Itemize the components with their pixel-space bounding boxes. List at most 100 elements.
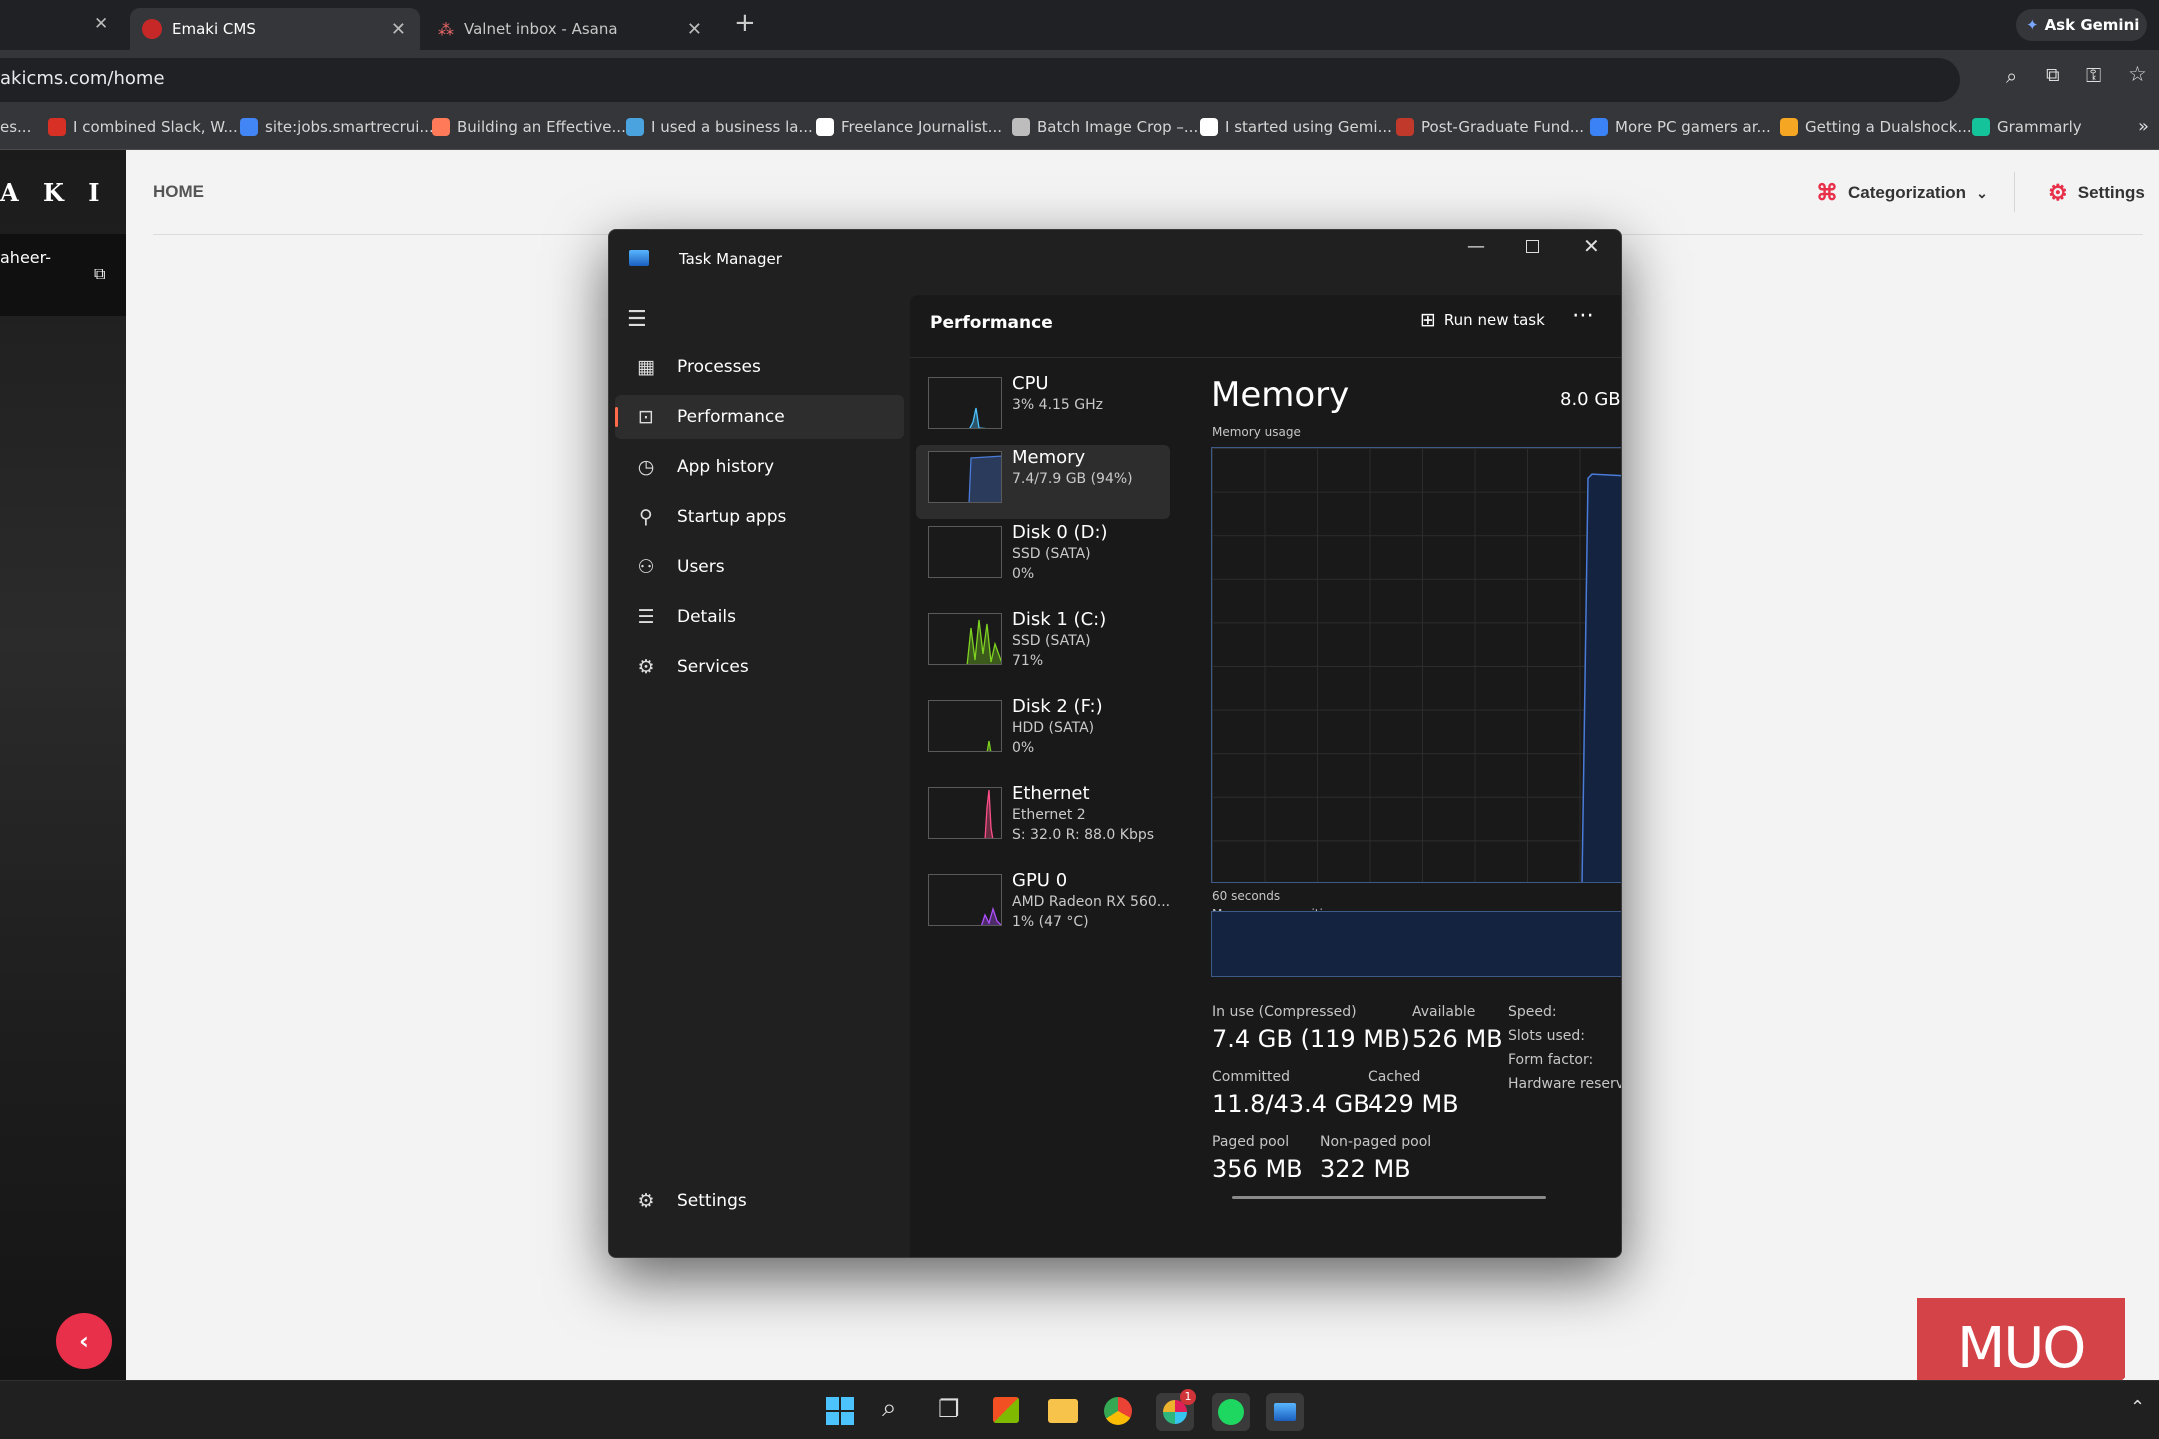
bookmark-item[interactable]: More PC gamers ar... bbox=[1590, 118, 1771, 136]
device-detail-secondary: 0% bbox=[1012, 740, 1035, 756]
categorization-menu[interactable]: ⌘ Categorization ⌄ bbox=[1816, 180, 1988, 206]
tab-close-icon[interactable]: ✕ bbox=[687, 19, 702, 40]
more-options-icon[interactable]: ⋯ bbox=[1572, 303, 1595, 328]
device-thumbnail-graph bbox=[928, 451, 1002, 503]
horizontal-scrollbar[interactable] bbox=[1232, 1196, 1546, 1199]
address-bar[interactable]: akicms.com/home bbox=[0, 58, 1960, 102]
device-disk-2-f[interactable]: Disk 2 (F:) HDD (SATA) 0% bbox=[916, 694, 1170, 776]
bookmark-item[interactable]: Getting a Dualshock... bbox=[1780, 118, 1972, 136]
zoom-icon[interactable]: ⌕ bbox=[2006, 64, 2017, 88]
ask-gemini-button[interactable]: ✦ Ask Gemini bbox=[2016, 9, 2147, 41]
password-key-icon[interactable]: ⚿ bbox=[2086, 63, 2101, 87]
chrome-icon[interactable] bbox=[1104, 1397, 1132, 1425]
cms-home-breadcrumb[interactable]: HOME bbox=[153, 182, 204, 202]
bookmark-favicon-icon bbox=[240, 118, 258, 136]
minimize-icon[interactable]: — bbox=[1467, 236, 1485, 257]
startup-apps-icon: ⚲ bbox=[639, 506, 653, 528]
file-explorer-icon[interactable] bbox=[1048, 1399, 1078, 1423]
task-manager-app-icon bbox=[629, 250, 649, 266]
chevron-up-icon[interactable]: ⌃ bbox=[2130, 1397, 2145, 1418]
close-icon[interactable]: ✕ bbox=[1583, 234, 1600, 258]
tab-close-icon[interactable]: ✕ bbox=[94, 14, 108, 34]
nav-settings[interactable]: ⚙ Settings bbox=[615, 1179, 904, 1223]
bookmark-item[interactable]: site:jobs.smartrecrui... bbox=[240, 118, 434, 136]
bookmark-item[interactable]: Building an Effective... bbox=[432, 118, 626, 136]
bookmark-item[interactable]: es... bbox=[0, 118, 31, 136]
ask-gemini-label: Ask Gemini bbox=[2044, 16, 2140, 34]
device-detail-secondary: 0% bbox=[1012, 566, 1035, 582]
nav-processes[interactable]: ▦ Processes bbox=[615, 345, 904, 389]
task-manager-title: Task Manager bbox=[679, 250, 782, 268]
device-ethernet[interactable]: Ethernet Ethernet 2 S: 32.0 R: 88.0 Kbps bbox=[916, 781, 1170, 863]
chevron-down-icon: ⌄ bbox=[1976, 184, 1988, 201]
memory-heading: Memory bbox=[1211, 375, 1350, 415]
nav-label: App history bbox=[677, 457, 775, 477]
bookmark-item[interactable]: I started using Gemi... bbox=[1200, 118, 1392, 136]
bookmark-item[interactable]: I used a business la... bbox=[626, 118, 813, 136]
device-thumbnail-graph bbox=[928, 377, 1002, 429]
windows-start-icon[interactable] bbox=[826, 1397, 854, 1425]
task-manager-titlebar[interactable]: Task Manager — ✕ bbox=[609, 230, 1621, 295]
memory-usage-area bbox=[1581, 473, 1621, 882]
bookmark-favicon-icon bbox=[1012, 118, 1030, 136]
slack-icon[interactable]: 1 bbox=[1156, 1389, 1196, 1431]
memory-usage-label: Memory usage bbox=[1212, 425, 1301, 439]
header-divider bbox=[910, 357, 1621, 358]
bookmark-label: es... bbox=[0, 118, 32, 136]
bookmark-item[interactable]: Grammarly bbox=[1972, 118, 2082, 136]
bookmark-favicon-icon bbox=[816, 118, 834, 136]
tab-close-icon[interactable]: ✕ bbox=[391, 19, 406, 40]
bookmark-item[interactable]: I combined Slack, W... bbox=[48, 118, 238, 136]
device-thumbnail-graph bbox=[928, 700, 1002, 752]
bookmarks-overflow-icon[interactable]: » bbox=[2138, 116, 2149, 137]
app-history-icon: ◷ bbox=[637, 456, 655, 478]
maximize-icon[interactable] bbox=[1526, 240, 1539, 253]
hamburger-menu-icon[interactable]: ☰ bbox=[627, 307, 647, 332]
device-detail-secondary: S: 32.0 R: 88.0 Kbps bbox=[1012, 827, 1155, 843]
device-disk-1-c[interactable]: Disk 1 (C:) SSD (SATA) 71% bbox=[916, 607, 1170, 689]
tab-asana[interactable]: ⁂ Valnet inbox - Asana ✕ bbox=[426, 8, 716, 50]
nav-details[interactable]: ☰ Details bbox=[615, 595, 904, 639]
cms-user-panel[interactable]: aheer- ⧉ bbox=[0, 234, 126, 316]
device-cpu[interactable]: CPU 3% 4.15 GHz bbox=[916, 371, 1170, 441]
device-gpu-0[interactable]: GPU 0 AMD Radeon RX 560... 1% (47 °C) bbox=[916, 868, 1170, 942]
collapse-sidebar-button[interactable]: ‹ bbox=[56, 1313, 112, 1369]
nav-app-history[interactable]: ◷ App history bbox=[615, 445, 904, 489]
slack-badge: 1 bbox=[1180, 1389, 1196, 1405]
nav-users[interactable]: ⚇ Users bbox=[615, 545, 904, 589]
external-link-icon[interactable]: ⧉ bbox=[94, 264, 105, 284]
device-thumbnail-graph bbox=[928, 874, 1002, 926]
run-new-task-button[interactable]: ⊞ Run new task bbox=[1420, 309, 1545, 331]
gear-icon: ⚙ bbox=[637, 1190, 655, 1212]
device-sparkline bbox=[984, 789, 994, 838]
install-app-icon[interactable]: ⧉ bbox=[2046, 64, 2060, 86]
device-disk-0-d[interactable]: Disk 0 (D:) SSD (SATA) 0% bbox=[916, 520, 1170, 602]
bookmark-item[interactable]: Post-Graduate Fund... bbox=[1396, 118, 1584, 136]
bookmark-star-icon[interactable]: ☆ bbox=[2128, 62, 2147, 86]
bookmark-favicon-icon bbox=[1780, 118, 1798, 136]
in-use-value: 7.4 GB (119 MB) bbox=[1212, 1025, 1410, 1053]
tab-emaki-cms[interactable]: Emaki CMS ✕ bbox=[130, 8, 420, 50]
spotify-icon[interactable] bbox=[1212, 1393, 1250, 1431]
bookmark-label: Freelance Journalist... bbox=[841, 118, 1002, 136]
in-use-label: In use (Compressed) bbox=[1212, 1004, 1357, 1020]
tab-title: Emaki CMS bbox=[172, 20, 256, 38]
bookmark-label: More PC gamers ar... bbox=[1615, 118, 1771, 136]
nav-performance[interactable]: ⊡ Performance bbox=[615, 395, 904, 439]
cms-settings-menu[interactable]: ⚙ Settings bbox=[2048, 180, 2145, 206]
run-new-task-label: Run new task bbox=[1443, 311, 1545, 329]
task-view-icon[interactable]: ❐ bbox=[938, 1395, 960, 1423]
memory-usage-graph bbox=[1211, 447, 1621, 883]
bookmark-favicon-icon bbox=[1396, 118, 1414, 136]
bookmark-item[interactable]: Freelance Journalist... bbox=[816, 118, 1002, 136]
nav-services[interactable]: ⚙ Services bbox=[615, 645, 904, 689]
nav-startup-apps[interactable]: ⚲ Startup apps bbox=[615, 495, 904, 539]
committed-label: Committed bbox=[1212, 1069, 1290, 1085]
nav-label: Details bbox=[677, 607, 736, 627]
search-icon[interactable]: ⌕ bbox=[882, 1393, 897, 1424]
store-icon[interactable] bbox=[993, 1397, 1019, 1423]
bookmark-item[interactable]: Batch Image Crop –... bbox=[1012, 118, 1198, 136]
task-manager-icon[interactable] bbox=[1266, 1393, 1304, 1431]
new-tab-button[interactable]: + bbox=[734, 8, 756, 38]
device-memory[interactable]: Memory 7.4/7.9 GB (94%) bbox=[916, 445, 1170, 519]
